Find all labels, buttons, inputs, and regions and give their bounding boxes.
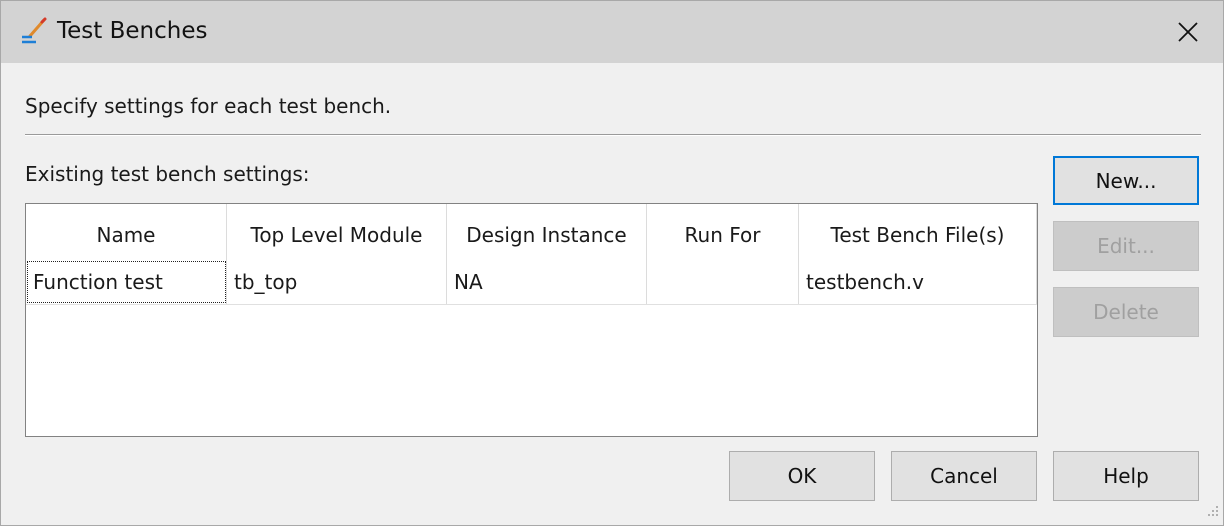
close-button[interactable] [1153,1,1223,63]
column-header-name[interactable]: Name [26,204,227,260]
close-icon [1178,22,1198,42]
table-header: Name Top Level Module Design Instance Ru… [26,204,1037,260]
cell-test-bench-files[interactable]: testbench.v [799,260,1037,304]
resize-grip-icon[interactable] [1206,503,1220,522]
cell-run-for[interactable] [647,260,799,304]
cell-name[interactable]: Function test [26,260,227,304]
ok-button[interactable]: OK [729,451,875,501]
app-icon [20,16,50,46]
cell-top-level-module[interactable]: tb_top [227,260,447,304]
cell-design-instance[interactable]: NA [447,260,647,304]
column-header-top-level-module[interactable]: Top Level Module [227,204,447,260]
column-header-design-instance[interactable]: Design Instance [447,204,647,260]
help-button[interactable]: Help [1053,451,1199,501]
test-bench-table[interactable]: Name Top Level Module Design Instance Ru… [25,203,1038,437]
existing-settings-label: Existing test bench settings: [25,162,310,186]
table-row[interactable]: Function test tb_top NA testbench.v [26,260,1037,305]
instructions-text: Specify settings for each test bench. [25,94,392,118]
window-title: Test Benches [57,18,208,44]
title-bar: Test Benches [1,1,1223,63]
cancel-button[interactable]: Cancel [891,451,1037,501]
column-header-test-bench-files[interactable]: Test Bench File(s) [799,204,1037,260]
edit-button[interactable]: Edit... [1053,221,1199,271]
delete-button[interactable]: Delete [1053,287,1199,337]
column-header-run-for[interactable]: Run For [647,204,799,260]
divider [25,134,1201,136]
test-benches-dialog: Test Benches Specify settings for each t… [0,0,1224,526]
new-button[interactable]: New... [1053,156,1199,205]
